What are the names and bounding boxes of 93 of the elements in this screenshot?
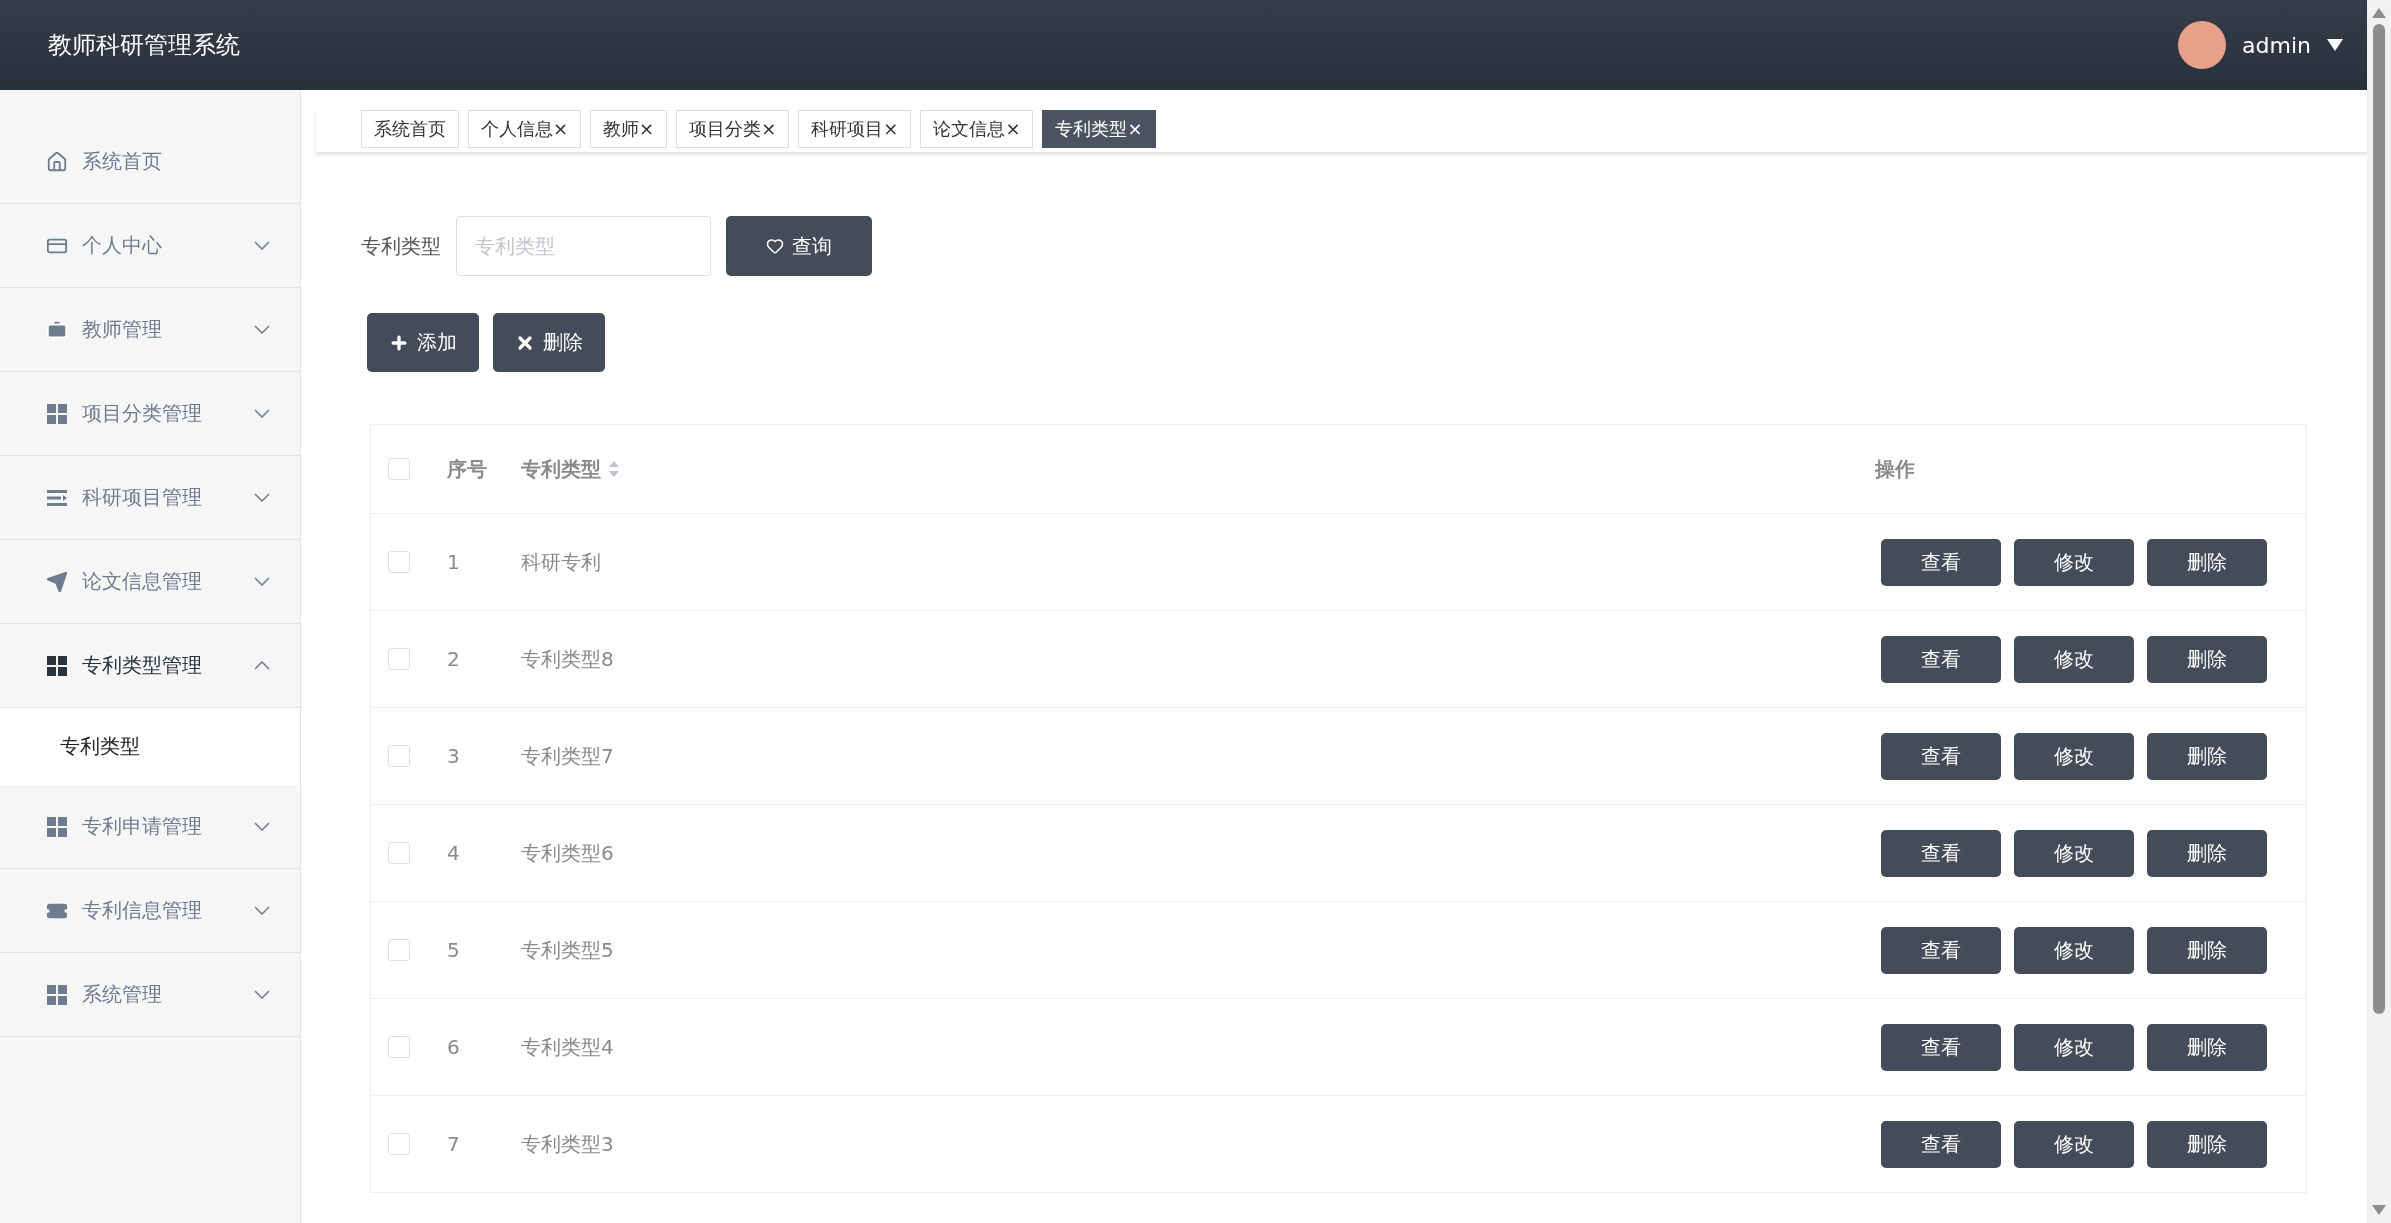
delete-button[interactable]: 删除 xyxy=(2147,926,2267,974)
tab[interactable]: 论文信息× xyxy=(920,110,1034,148)
edit-button[interactable]: 修改 xyxy=(2014,1120,2134,1168)
app-title: 教师科研管理系统 xyxy=(48,30,240,61)
table-cell-text: 6 xyxy=(447,1035,461,1059)
table-cell-text: 专利类型7 xyxy=(521,742,615,770)
table-cell-text: 专利类型4 xyxy=(521,1033,615,1061)
checkbox[interactable] xyxy=(388,551,410,573)
view-button[interactable]: 查看 xyxy=(1881,926,2001,974)
column-header: 序号 xyxy=(447,455,488,483)
scroll-up-icon[interactable] xyxy=(2372,8,2386,18)
view-button[interactable]: 查看 xyxy=(1881,1120,2001,1168)
chevron-up-icon xyxy=(254,661,270,670)
chevron-down-icon xyxy=(254,906,270,915)
scroll-down-icon[interactable] xyxy=(2372,1205,2386,1215)
edit-button[interactable]: 修改 xyxy=(2014,732,2134,780)
tab[interactable]: 专利类型× xyxy=(1042,110,1156,148)
delete-button[interactable]: 删除 xyxy=(2147,1023,2267,1071)
menu-item[interactable]: 系统管理 xyxy=(0,953,300,1037)
checkbox[interactable] xyxy=(388,648,410,670)
menu-item[interactable]: 教师管理 xyxy=(0,288,300,372)
tab[interactable]: 教师× xyxy=(590,110,668,148)
table-cell-text: 7 xyxy=(447,1132,461,1156)
search-field[interactable]: 专利类型 xyxy=(456,216,711,276)
grid-icon xyxy=(46,815,68,838)
chevron-down-icon xyxy=(254,241,270,250)
chevron-down-icon xyxy=(254,409,270,418)
chevron-down-icon xyxy=(254,990,270,999)
sort-icon[interactable] xyxy=(609,461,619,477)
chevron-down-icon xyxy=(254,325,270,334)
edit-button[interactable]: 修改 xyxy=(2014,635,2134,683)
edit-button[interactable]: 修改 xyxy=(2014,538,2134,586)
edit-button[interactable]: 修改 xyxy=(2014,926,2134,974)
grid-icon xyxy=(46,654,68,677)
tab[interactable]: 系统首页 xyxy=(361,110,459,148)
delete-button[interactable]: 删除 xyxy=(493,313,605,372)
chevron-down-icon xyxy=(254,493,270,502)
list-icon xyxy=(46,487,68,508)
paper-plane-icon xyxy=(46,570,68,593)
delete-button[interactable]: 删除 xyxy=(2147,1120,2267,1168)
menu-item[interactable]: 专利信息管理 xyxy=(0,869,300,953)
query-button[interactable]: 查询 xyxy=(726,216,872,276)
grid-icon xyxy=(46,402,68,425)
grid-icon xyxy=(46,983,68,1006)
heart-icon xyxy=(766,237,784,255)
edit-button[interactable]: 修改 xyxy=(2014,829,2134,877)
user-name[interactable]: admin xyxy=(2242,32,2311,58)
avatar[interactable] xyxy=(2178,21,2227,69)
table-cell-text: 专利类型6 xyxy=(521,839,615,867)
tab[interactable]: 个人信息× xyxy=(468,110,582,148)
view-button[interactable]: 查看 xyxy=(1881,732,2001,780)
chevron-down-icon xyxy=(254,822,270,831)
chevron-down-icon xyxy=(254,577,270,586)
checkbox[interactable] xyxy=(388,745,410,767)
home-icon xyxy=(46,150,68,173)
table-cell-text: 2 xyxy=(447,647,461,671)
menu-item[interactable]: 科研项目管理 xyxy=(0,456,300,540)
menu-item[interactable]: 论文信息管理 xyxy=(0,540,300,624)
checkbox[interactable] xyxy=(388,1036,410,1058)
tab[interactable]: 项目分类× xyxy=(676,110,790,148)
view-button[interactable]: 查看 xyxy=(1881,635,2001,683)
delete-button[interactable]: 删除 xyxy=(2147,635,2267,683)
view-button[interactable]: 查看 xyxy=(1881,829,2001,877)
delete-button[interactable]: 删除 xyxy=(2147,829,2267,877)
table-cell-text: 5 xyxy=(447,938,461,962)
table-cell-text: 专利类型8 xyxy=(521,645,615,673)
menu-item[interactable]: 系统首页 xyxy=(0,120,300,204)
checkbox[interactable] xyxy=(388,939,410,961)
menu-item[interactable]: 项目分类管理 xyxy=(0,372,300,456)
menu-item[interactable]: 个人中心 xyxy=(0,204,300,288)
checkbox[interactable] xyxy=(388,1133,410,1155)
search-label: 专利类型 xyxy=(361,232,441,260)
checkbox[interactable] xyxy=(388,842,410,864)
scrollbar[interactable] xyxy=(2367,0,2391,1223)
table-cell-text: 专利类型3 xyxy=(521,1130,615,1158)
delete-button[interactable]: 删除 xyxy=(2147,538,2267,586)
submenu-item[interactable]: 专利类型 xyxy=(0,708,300,785)
caret-icon[interactable] xyxy=(2327,39,2343,51)
view-button[interactable]: 查看 xyxy=(1881,538,2001,586)
checkbox[interactable] xyxy=(388,458,410,480)
add-button[interactable]: 添加 xyxy=(367,313,479,372)
table-cell-text: 4 xyxy=(447,841,461,865)
table-cell-text: 1 xyxy=(447,550,461,574)
column-header: 操作 xyxy=(1875,455,1916,483)
table-cell-text: 专利类型5 xyxy=(521,936,615,964)
view-button[interactable]: 查看 xyxy=(1881,1023,2001,1071)
tab[interactable]: 科研项目× xyxy=(798,110,912,148)
table-cell-text: 3 xyxy=(447,744,461,768)
table-cell-text: 科研专利 xyxy=(521,548,602,576)
menu-item[interactable]: 专利申请管理 xyxy=(0,785,300,869)
edit-button[interactable]: 修改 xyxy=(2014,1023,2134,1071)
briefcase-icon xyxy=(46,318,68,341)
delete-button[interactable]: 删除 xyxy=(2147,732,2267,780)
